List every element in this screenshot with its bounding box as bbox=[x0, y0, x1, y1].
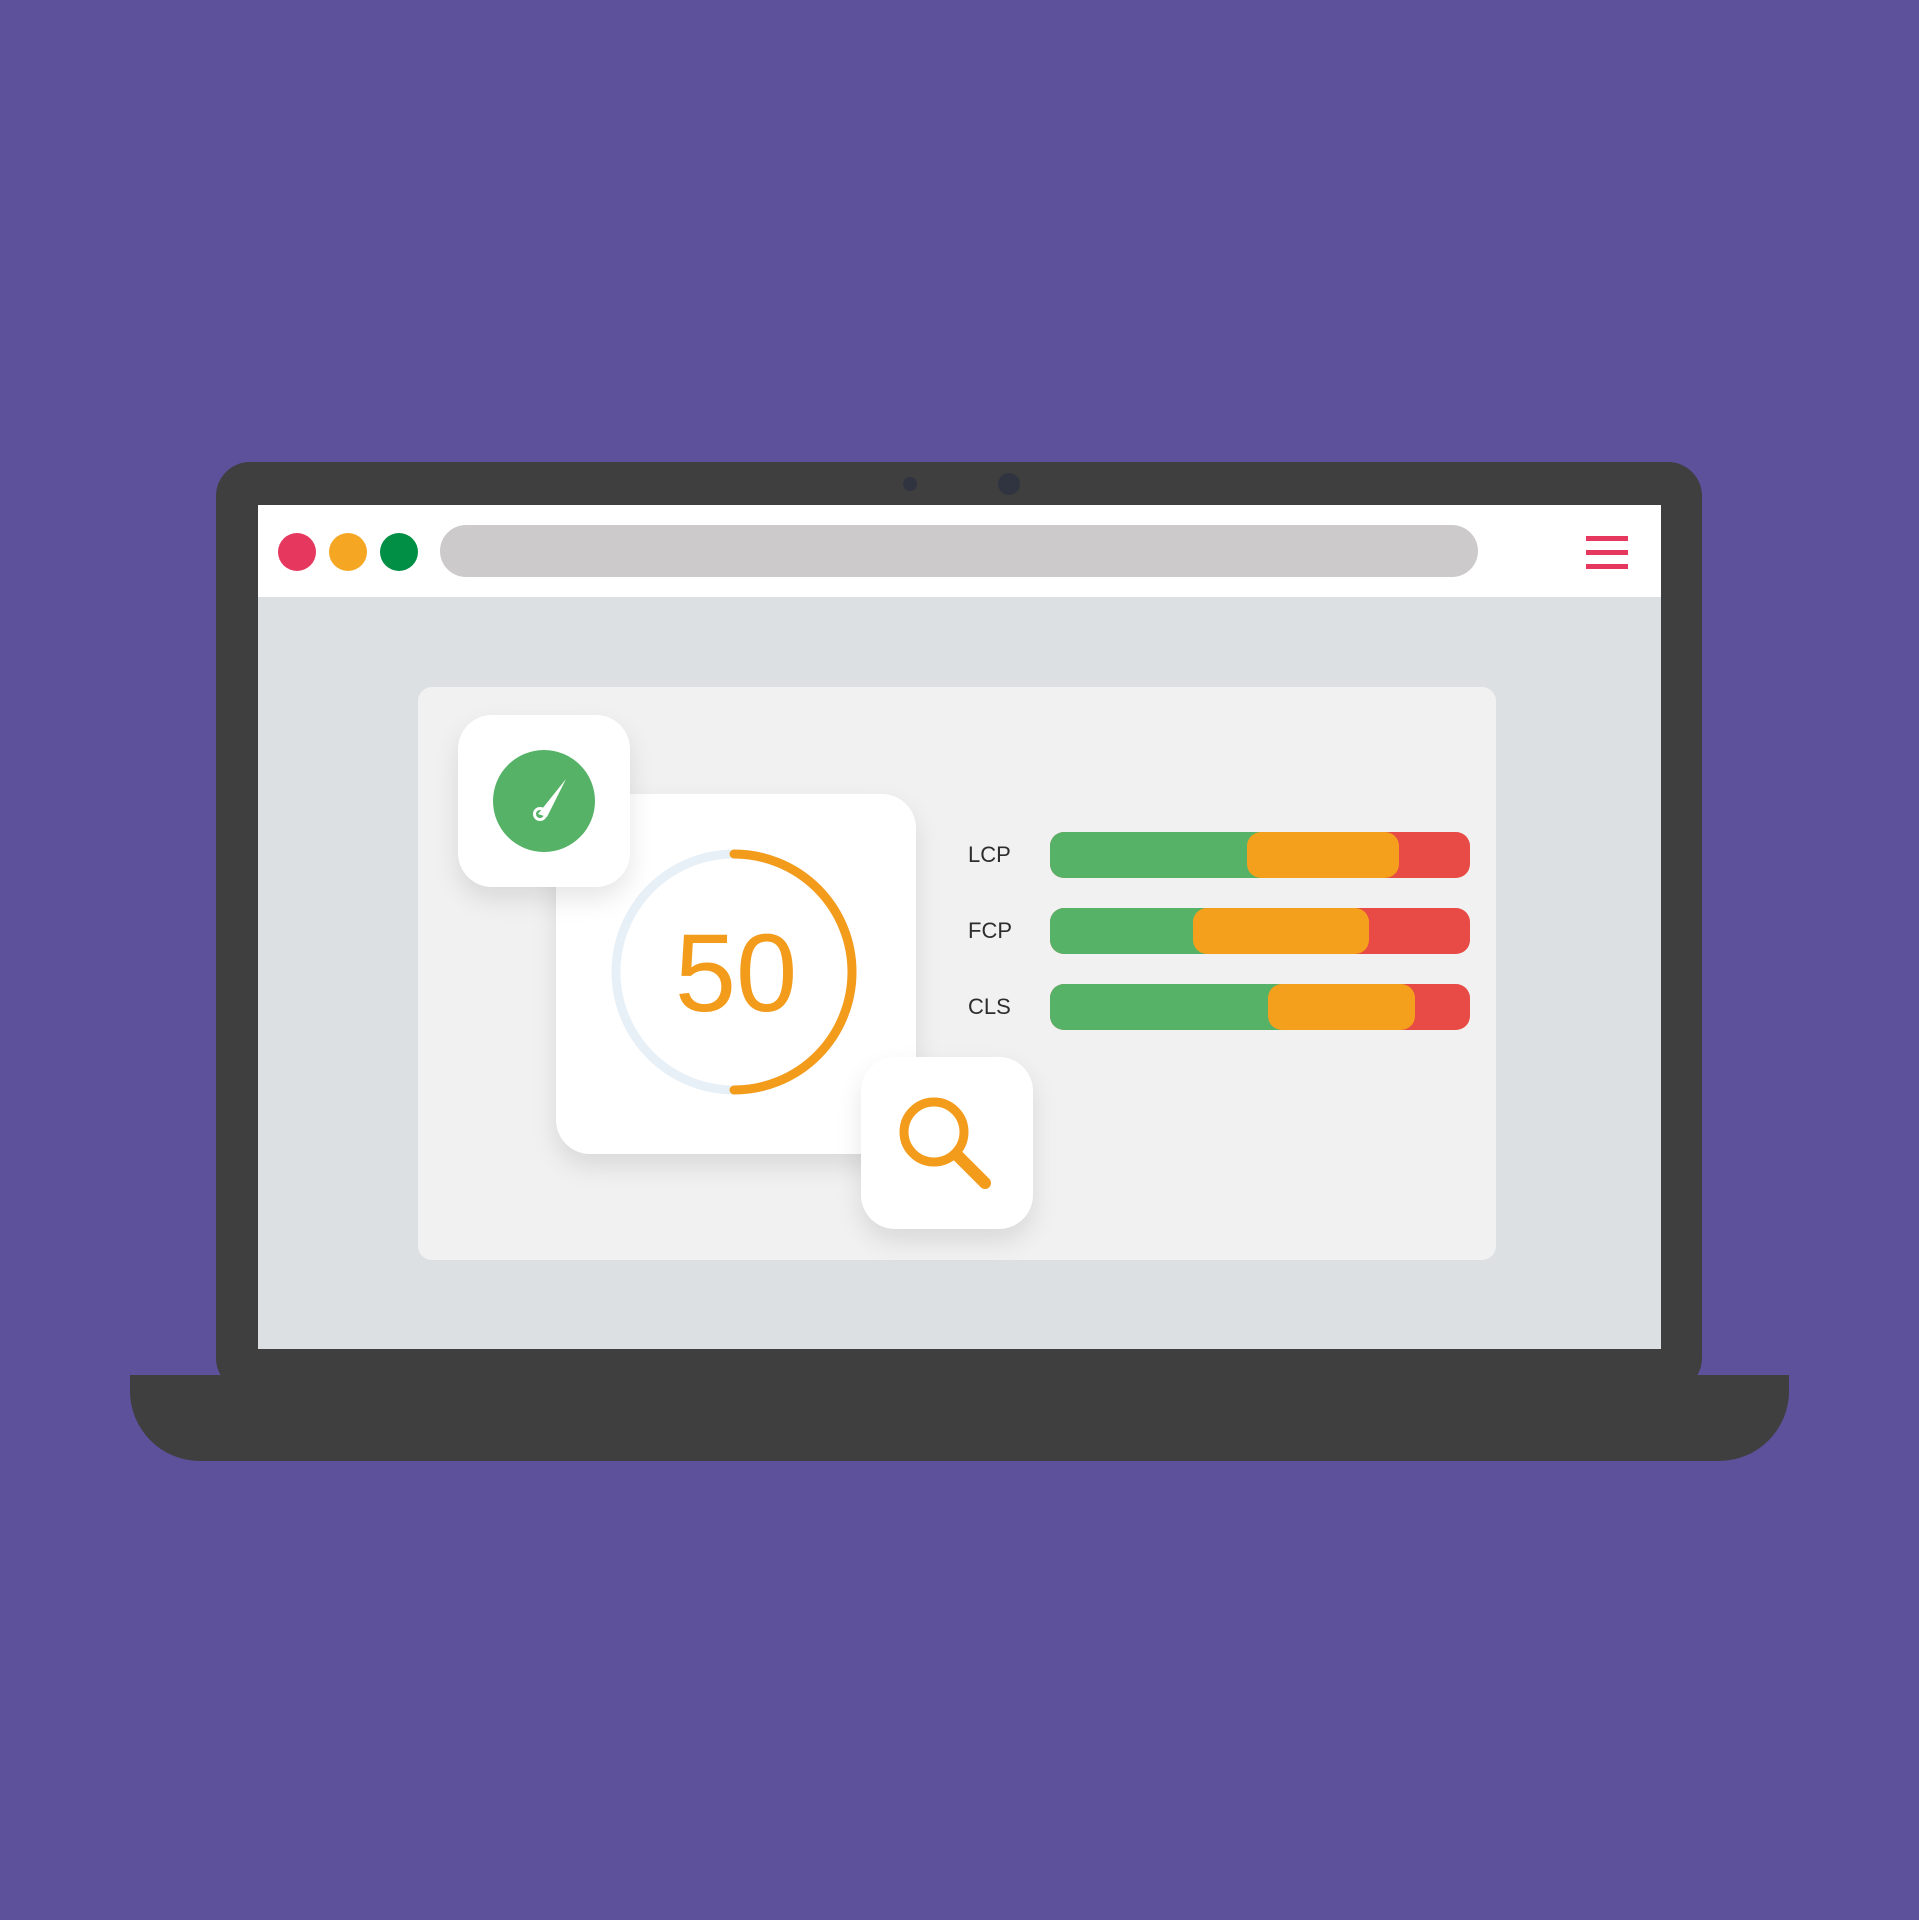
metric-bar-lcp bbox=[1050, 832, 1470, 878]
metric-bar-good-segment bbox=[1050, 984, 1289, 1030]
metric-bar-fcp bbox=[1050, 908, 1470, 954]
camera-lens bbox=[998, 473, 1020, 495]
metric-label-fcp: FCP bbox=[968, 918, 1012, 943]
metric-label-lcp: LCP bbox=[968, 842, 1011, 867]
metric-bar-good-segment bbox=[1050, 908, 1213, 954]
minimize-window-button[interactable] bbox=[329, 533, 367, 571]
browser-window: 50 LCP FCP CLS bbox=[258, 505, 1661, 1349]
maximize-window-button[interactable] bbox=[380, 533, 418, 571]
close-window-button[interactable] bbox=[278, 533, 316, 571]
address-bar[interactable] bbox=[440, 525, 1478, 577]
metric-bar-cls bbox=[1050, 984, 1470, 1030]
browser-toolbar bbox=[258, 505, 1661, 597]
search-tile[interactable] bbox=[861, 1057, 1033, 1229]
speedometer-icon bbox=[493, 750, 595, 852]
metric-bar-average-segment bbox=[1192, 908, 1370, 954]
metric-bar-good-segment bbox=[1050, 832, 1268, 878]
gauge-tile[interactable] bbox=[458, 715, 630, 887]
magnifier-icon bbox=[899, 1097, 991, 1189]
laptop-base bbox=[130, 1375, 1789, 1461]
camera-sensor bbox=[903, 477, 917, 491]
hamburger-menu-icon[interactable] bbox=[1586, 536, 1628, 569]
performance-score: 50 bbox=[674, 912, 798, 1035]
metric-bar-average-segment bbox=[1268, 984, 1416, 1030]
metric-bar-average-segment bbox=[1247, 832, 1399, 878]
metric-label-cls: CLS bbox=[968, 994, 1011, 1019]
performance-report-card: 50 LCP FCP CLS bbox=[418, 687, 1496, 1260]
